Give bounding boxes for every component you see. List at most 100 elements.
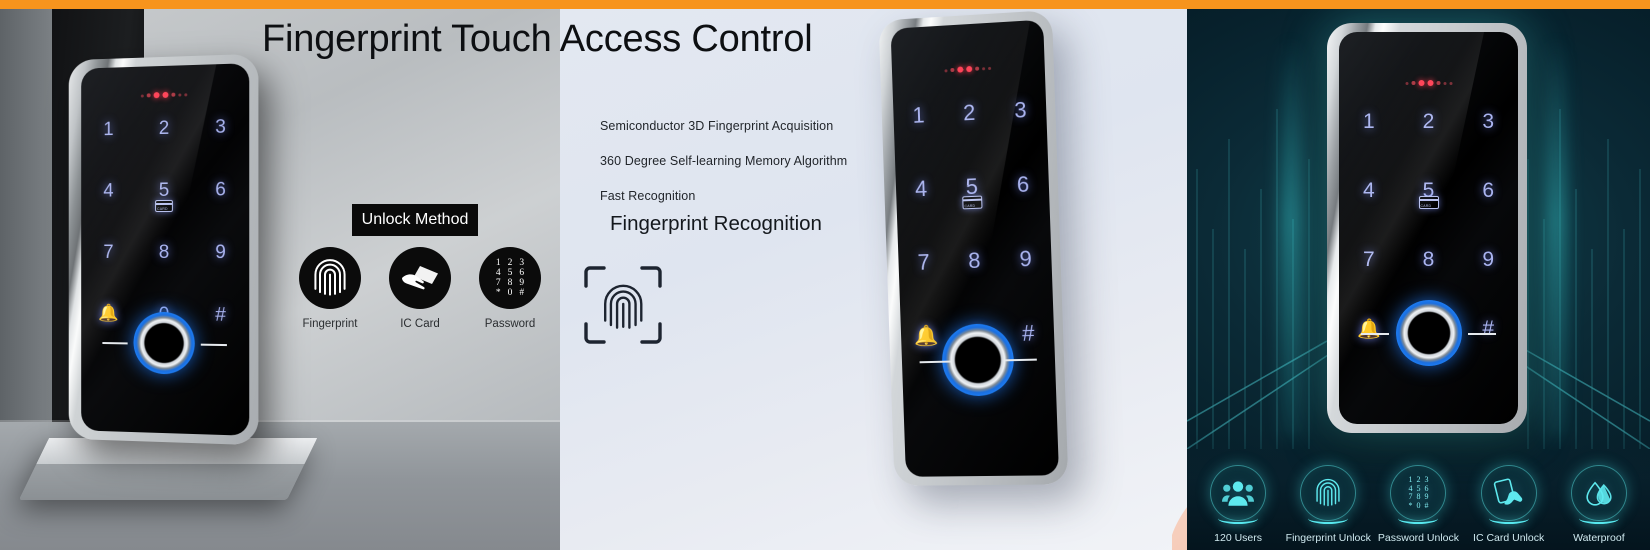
key-9[interactable]: 9: [192, 242, 249, 264]
kp-0: 0: [507, 288, 513, 298]
panel-middle-features: Semiconductor 3D Fingerprint Acquisition…: [560, 9, 1187, 550]
sensor-bracket-left: [102, 342, 128, 345]
sensor-bracket-right: [200, 343, 227, 347]
sensor-bracket-right: [1468, 333, 1496, 335]
key-7[interactable]: 7: [898, 249, 949, 277]
feature-label-waterproof: Waterproof: [1573, 532, 1625, 544]
sensor-bracket-right: [1004, 358, 1037, 362]
feature-icon-row: 120 Users Fingerprint Unlock 1 2 3 4 5 6…: [1187, 465, 1650, 544]
key-8[interactable]: 8: [136, 242, 192, 264]
key-5[interactable]: 5: [136, 180, 192, 203]
kp-star: *: [495, 288, 501, 298]
kp-7: 7: [495, 278, 501, 288]
card-tap-icon: [1480, 465, 1537, 521]
unlock-method-label-ic-card: IC Card: [400, 318, 440, 330]
panel-left-product-shot: 1 2 3 4 5 6 7 8 9 🔔 0 #: [0, 9, 560, 550]
key-bell[interactable]: 🔔: [1339, 317, 1399, 341]
key-hash[interactable]: #: [192, 304, 249, 327]
access-control-device-left: 1 2 3 4 5 6 7 8 9 🔔 0 #: [68, 53, 259, 446]
unlock-method-label: Unlock Method: [361, 211, 469, 228]
unlock-method-badge: Unlock Method: [352, 204, 478, 236]
status-led-strip: [944, 65, 992, 74]
hand-touching-sensor: [1172, 309, 1187, 550]
fingerprint-sensor-ring[interactable]: [1395, 300, 1462, 366]
access-control-device-middle: 1 2 3 4 5 6 7 8 9 🔔 0 #: [878, 9, 1069, 486]
key-2[interactable]: 2: [136, 117, 192, 140]
water-drop-icon: [1570, 465, 1627, 521]
key-bell[interactable]: 🔔: [81, 303, 136, 325]
device-keypad: 1 2 3 4 5 6 7 8 9 🔔 0 #: [81, 116, 249, 327]
key-hash[interactable]: #: [1458, 317, 1518, 341]
feature-label-ic-card-unlock: IC Card Unlock: [1473, 532, 1545, 544]
key-1[interactable]: 1: [893, 101, 944, 129]
key-7[interactable]: 7: [81, 242, 136, 264]
kp3-hash: #: [1424, 500, 1429, 510]
rfid-card-icon: [962, 195, 983, 210]
key-2[interactable]: 2: [943, 99, 995, 128]
keypad-icon: 1 2 3 4 5 6 7 8 9 * 0 #: [479, 247, 541, 309]
product-banner: 1 2 3 4 5 6 7 8 9 🔔 0 #: [0, 0, 1650, 550]
kp3-0: 0: [1416, 500, 1421, 510]
keypad-icon: 1 2 3 4 5 6 7 8 9 * 0 #: [1390, 465, 1447, 521]
key-6[interactable]: 6: [192, 179, 249, 202]
key-7[interactable]: 7: [1339, 248, 1399, 272]
panel-right-tech-features: 1 2 3 4 5 6 7 8 9 🔔 0 #: [1187, 9, 1650, 550]
key-1[interactable]: 1: [1339, 110, 1399, 134]
feature-line-3: Fast Recognition: [600, 189, 696, 203]
unlock-method-label-password: Password: [484, 318, 536, 330]
tech-glow-right: [1548, 39, 1564, 439]
feature-fingerprint-unlock: Fingerprint Unlock: [1285, 465, 1371, 544]
device-keypad: 1 2 3 4 5 6 7 8 9 🔔 0 #: [893, 96, 1054, 350]
key-4[interactable]: 4: [896, 175, 947, 203]
feature-label-password-unlock: Password Unlock: [1377, 532, 1460, 544]
kp-4: 4: [495, 268, 501, 278]
key-3[interactable]: 3: [192, 116, 249, 139]
feature-label-120-users: 120 Users: [1214, 532, 1263, 544]
unlock-method-fingerprint: Fingerprint: [292, 247, 368, 330]
device-stand-base: [18, 438, 318, 500]
fingerprint-icon: [299, 247, 361, 309]
device-glass-panel: 1 2 3 4 5 6 7 8 9 🔔 0 #: [81, 63, 250, 436]
feature-line-1: Semiconductor 3D Fingerprint Acquisition: [600, 119, 834, 133]
fingerprint-recognition-heading: Fingerprint Recognition: [610, 212, 822, 235]
sensor-bracket-left: [1361, 333, 1389, 335]
fingerprint-icon: [1300, 465, 1357, 521]
key-3[interactable]: 3: [1458, 110, 1518, 134]
ic-card-hand-icon: [389, 247, 451, 309]
access-control-device-right: 1 2 3 4 5 6 7 8 9 🔔 0 #: [1327, 23, 1527, 433]
kp-hash: #: [519, 288, 525, 298]
key-1[interactable]: 1: [81, 119, 136, 142]
keypad-icon-grid: 1 2 3 4 5 6 7 8 9 * 0 #: [1408, 475, 1429, 510]
feature-text-list: Semiconductor 3D Fingerprint Acquisition…: [600, 119, 930, 224]
key-9[interactable]: 9: [1458, 248, 1518, 272]
device-glass-panel: 1 2 3 4 5 6 7 8 9 🔔 0 #: [1339, 32, 1518, 424]
feature-waterproof: Waterproof: [1556, 465, 1642, 544]
kp3-star: *: [1408, 500, 1413, 510]
key-3[interactable]: 3: [994, 96, 1046, 125]
key-8[interactable]: 8: [949, 247, 1001, 275]
status-led-strip: [140, 91, 188, 99]
key-6[interactable]: 6: [997, 171, 1049, 199]
kp-1: 1: [495, 258, 501, 268]
key-4[interactable]: 4: [1339, 179, 1399, 203]
rfid-card-icon: [155, 199, 173, 213]
feature-label-fingerprint-unlock: Fingerprint Unlock: [1285, 532, 1371, 544]
key-8[interactable]: 8: [1399, 248, 1459, 272]
key-9[interactable]: 9: [999, 245, 1051, 273]
kp-2: 2: [507, 258, 513, 268]
page-title: Fingerprint Touch Access Control: [262, 18, 813, 60]
rfid-card-icon: [1418, 196, 1439, 209]
feature-line-2: 360 Degree Self-learning Memory Algorith…: [600, 154, 848, 168]
feature-120-users: 120 Users: [1195, 465, 1281, 544]
device-glass-panel: 1 2 3 4 5 6 7 8 9 🔔 0 #: [890, 19, 1060, 477]
fingerprint-sensor-ring[interactable]: [133, 311, 195, 375]
key-2[interactable]: 2: [1399, 110, 1459, 134]
key-4[interactable]: 4: [81, 180, 136, 202]
key-6[interactable]: 6: [1458, 179, 1518, 203]
top-accent-bar: [0, 0, 1650, 9]
tech-glow-left: [1283, 39, 1299, 439]
keypad-icon-grid: 1 2 3 4 5 6 7 8 9 * 0 #: [496, 258, 524, 298]
unlock-method-label-fingerprint: Fingerprint: [302, 318, 358, 330]
kp-3: 3: [519, 258, 525, 268]
kp-5: 5: [507, 268, 513, 278]
